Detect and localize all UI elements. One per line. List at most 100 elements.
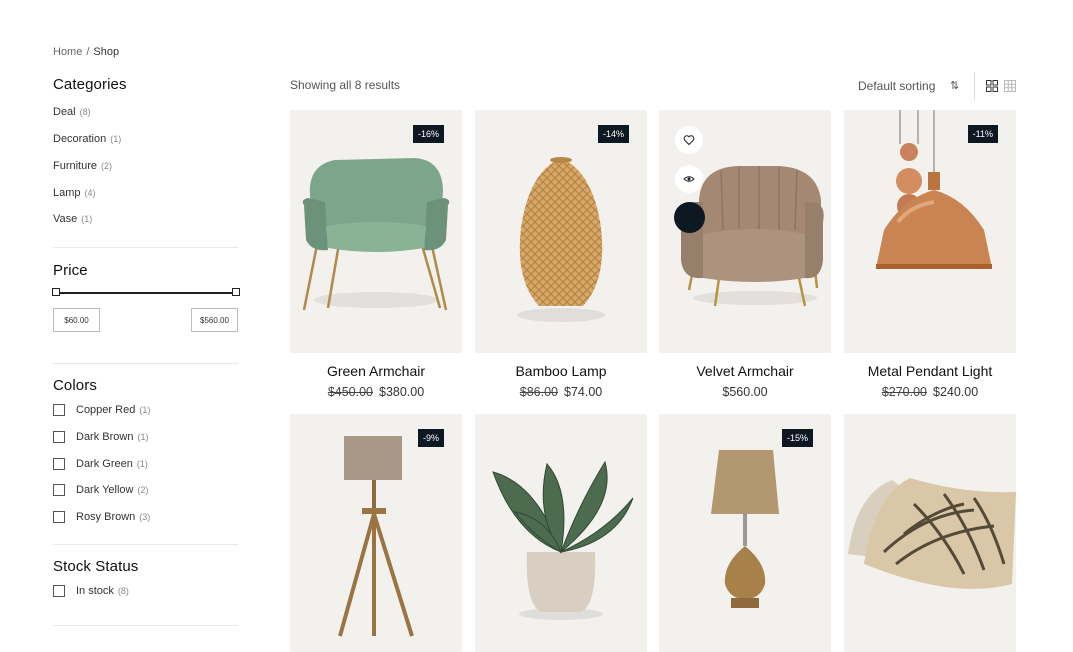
stock-count: (8) <box>117 586 129 596</box>
sidebar-divider <box>53 544 238 545</box>
category-count: (8) <box>79 107 91 117</box>
product-name[interactable]: Metal Pendant Light <box>844 363 1016 379</box>
discount-badge: -9% <box>417 429 444 447</box>
category-item-furniture[interactable]: Furniture (2) <box>53 160 112 172</box>
price-slider-min-handle[interactable] <box>52 288 60 296</box>
view-divider <box>974 72 975 100</box>
product-image[interactable]: -15% <box>659 414 831 652</box>
pendant-light-image <box>876 110 992 269</box>
floor-lamp-image <box>338 436 414 637</box>
sort-select[interactable]: Default sorting <box>858 79 935 93</box>
product-name[interactable]: Bamboo Lamp <box>475 363 647 379</box>
breadcrumb-current: Shop <box>93 46 120 58</box>
color-count: (3) <box>139 512 151 522</box>
product-image[interactable]: -9% <box>290 414 462 652</box>
price-slider-max-handle[interactable] <box>232 288 240 296</box>
breadcrumb-home-link[interactable]: Home <box>53 46 82 58</box>
category-item-deal[interactable]: Deal (8) <box>53 106 91 118</box>
checkbox[interactable] <box>53 431 65 443</box>
product-image[interactable]: -16% <box>290 110 462 353</box>
checkbox[interactable] <box>53 458 65 470</box>
list-view-icon[interactable] <box>1004 80 1016 92</box>
color-filter-copper-red[interactable]: Copper Red (1) <box>53 404 150 416</box>
sidebar-divider <box>53 625 238 626</box>
product-image[interactable] <box>844 414 1016 652</box>
pillows-image <box>848 478 1016 589</box>
categories-title: Categories <box>53 76 127 93</box>
category-count: (1) <box>110 134 122 144</box>
category-item-lamp[interactable]: Lamp (4) <box>53 187 96 199</box>
stock-filter-in-stock[interactable]: In stock (8) <box>53 585 129 597</box>
category-item-vase[interactable]: Vase (1) <box>53 213 92 225</box>
sale-price: $240.00 <box>933 385 979 399</box>
discount-badge: -15% <box>781 429 813 447</box>
potted-plant-image <box>492 460 634 620</box>
sort-order-icon[interactable]: ⇅ <box>950 79 959 92</box>
category-count: (2) <box>101 161 113 171</box>
add-to-cart-button[interactable] <box>674 202 705 233</box>
price-max-field[interactable]: $560.00 <box>191 308 238 332</box>
product-name[interactable]: Velvet Armchair <box>659 363 831 379</box>
product-price: $86.00 $74.00 <box>475 385 647 399</box>
color-label: Dark Brown <box>76 431 134 443</box>
color-count: (1) <box>136 459 148 469</box>
price-slider-track[interactable] <box>55 292 236 294</box>
sidebar-divider <box>53 363 238 364</box>
discount-badge: -11% <box>967 125 998 143</box>
category-count: (4) <box>84 188 96 198</box>
product-image[interactable] <box>475 414 647 652</box>
price-min-field[interactable]: $60.00 <box>53 308 100 332</box>
color-filter-rosy-brown[interactable]: Rosy Brown (3) <box>53 511 150 523</box>
quick-view-button[interactable] <box>675 165 703 193</box>
breadcrumb: Home / Shop <box>53 46 119 58</box>
checkbox[interactable] <box>53 585 65 597</box>
results-count: Showing all 8 results <box>290 78 401 92</box>
breadcrumb-separator: / <box>86 46 90 58</box>
heart-icon <box>683 135 695 146</box>
color-count: (1) <box>139 405 151 415</box>
checkbox[interactable] <box>53 484 65 496</box>
old-price: $86.00 <box>519 385 558 399</box>
product-price: $560.00 <box>659 385 831 399</box>
category-item-decoration[interactable]: Decoration (1) <box>53 133 121 145</box>
discount-badge: -16% <box>412 125 444 143</box>
category-label: Vase <box>53 213 78 225</box>
color-count: (1) <box>137 432 149 442</box>
category-count: (1) <box>81 214 93 224</box>
price-title: Price <box>53 262 88 279</box>
bamboo-lamp-image <box>517 157 605 322</box>
product-name[interactable]: Green Armchair <box>290 363 462 379</box>
old-price: $450.00 <box>327 385 373 399</box>
grid-view-icon[interactable] <box>986 80 998 92</box>
checkbox[interactable] <box>53 511 65 523</box>
product-price: $450.00 $380.00 <box>290 385 462 399</box>
checkbox[interactable] <box>53 404 65 416</box>
discount-badge: -14% <box>597 125 629 143</box>
sale-price: $560.00 <box>722 385 768 399</box>
product-image[interactable] <box>659 110 831 353</box>
green-armchair-image <box>302 158 450 311</box>
colors-title: Colors <box>53 377 97 394</box>
sale-price: $74.00 <box>564 385 603 399</box>
stock-status-title: Stock Status <box>53 558 139 575</box>
category-label: Deal <box>53 106 76 118</box>
color-filter-dark-brown[interactable]: Dark Brown (1) <box>53 431 148 443</box>
eye-icon <box>683 176 695 182</box>
wishlist-button[interactable] <box>675 126 703 154</box>
old-price: $270.00 <box>881 385 927 399</box>
product-image[interactable]: -14% <box>475 110 647 353</box>
product-image[interactable]: -11% <box>844 110 1016 353</box>
category-label: Furniture <box>53 160 98 172</box>
color-label: Dark Yellow <box>76 484 134 496</box>
color-label: Copper Red <box>76 404 136 416</box>
category-label: Lamp <box>53 187 81 199</box>
sale-price: $380.00 <box>379 385 425 399</box>
color-count: (2) <box>137 485 149 495</box>
color-filter-dark-green[interactable]: Dark Green (1) <box>53 458 148 470</box>
table-lamp-image <box>711 450 779 608</box>
product-price: $270.00 $240.00 <box>844 385 1016 399</box>
color-label: Rosy Brown <box>76 511 136 523</box>
color-label: Dark Green <box>76 458 133 470</box>
category-label: Decoration <box>53 133 107 145</box>
color-filter-dark-yellow[interactable]: Dark Yellow (2) <box>53 484 148 496</box>
